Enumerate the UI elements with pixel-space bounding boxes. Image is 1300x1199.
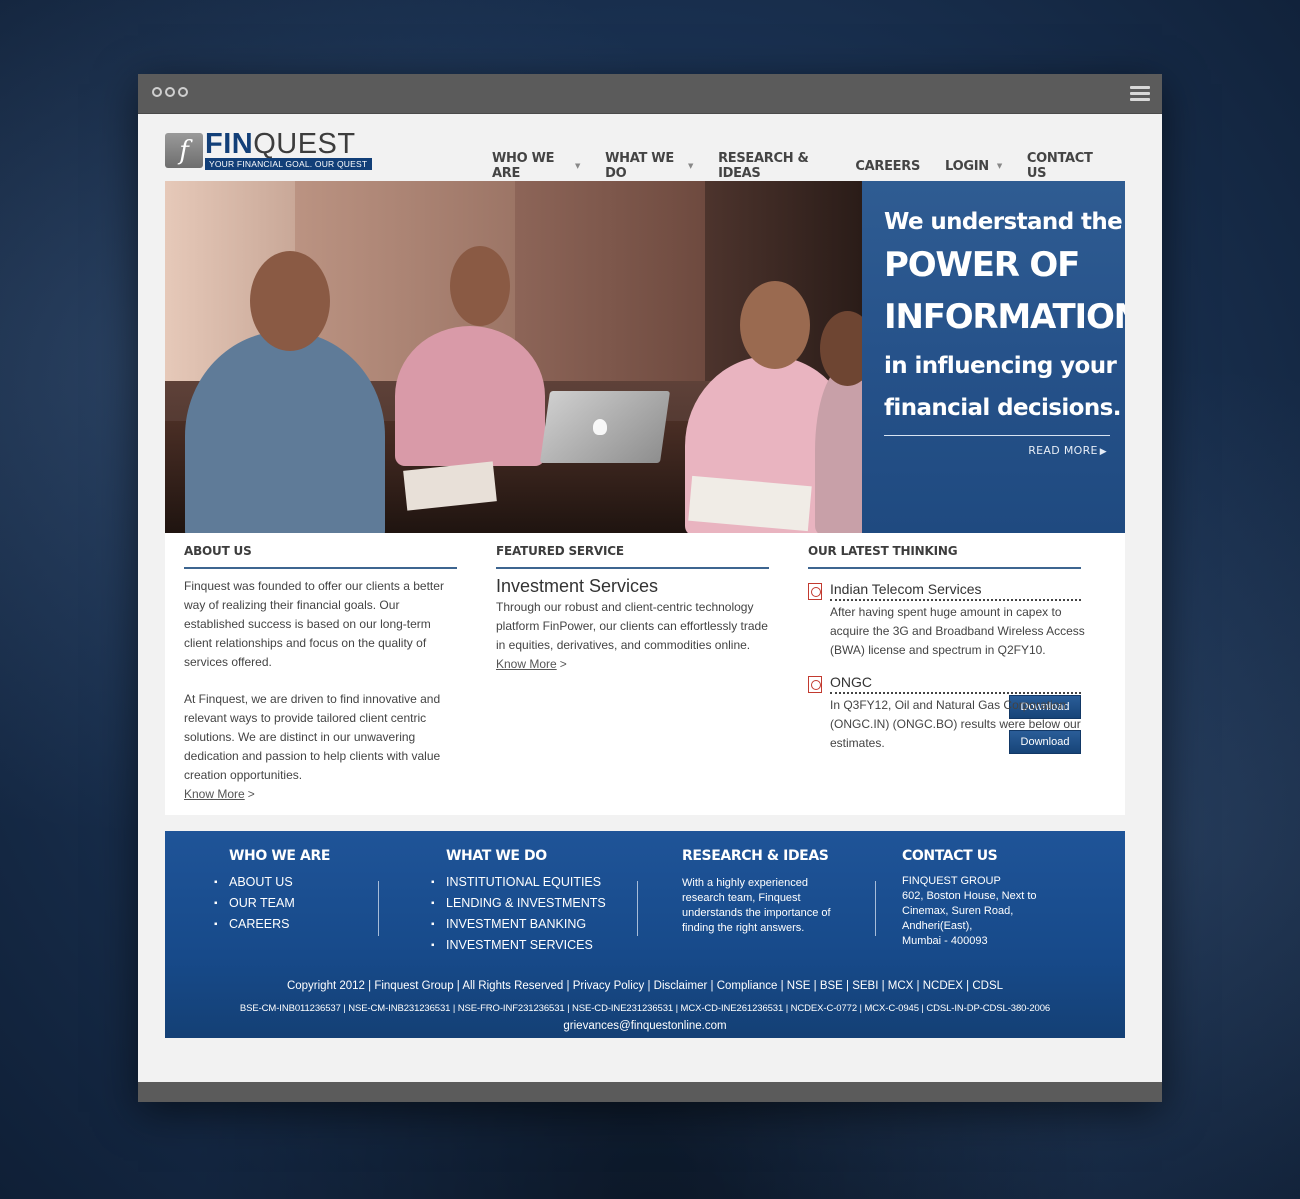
thinking-item: ONGC In Q3FY12, Oil and Natural Gas Corp… (808, 674, 1081, 754)
window-control-dot[interactable] (178, 87, 188, 97)
latest-thinking-column: OUR LATEST THINKING Indian Telecom Servi… (808, 533, 1085, 754)
footer-link[interactable]: CAREERS (214, 914, 330, 935)
featured-service-heading: FEATURED SERVICE (496, 533, 769, 569)
footer-registrations: BSE-CM-INB011236537 | NSE-CM-INB23123653… (239, 1003, 1051, 1014)
footer-divider (875, 881, 876, 936)
window-controls (152, 87, 188, 97)
grievance-email-link[interactable]: grievances@finquestonline.com (165, 1020, 1125, 1032)
footer-divider (378, 881, 379, 936)
pdf-icon (808, 583, 822, 600)
footer-link-list: ABOUT USOUR TEAMCAREERS (214, 872, 330, 935)
logo-tagline: YOUR FINANCIAL GOAL. OUR QUEST (205, 158, 372, 170)
window-bottom-bar (138, 1082, 1162, 1102)
thinking-item-title[interactable]: Indian Telecom Services (830, 581, 1081, 601)
window-control-dot[interactable] (165, 87, 175, 97)
chevron-right-icon: > (559, 657, 567, 671)
main-nav: WHO WE ARE ▼ WHAT WE DO ▼ RESEARCH & IDEAS CA… (492, 151, 1125, 181)
footer-address: FINQUEST GROUP 602, Boston House, Next t… (902, 875, 1037, 947)
footer-contact: CONTACT US FINQUEST GROUP 602, Boston Ho… (902, 848, 1072, 949)
about-us-paragraph-1: Finquest was founded to offer our client… (184, 579, 444, 669)
hero-line-1: We understand the (884, 209, 1123, 235)
chevron-right-icon: > (247, 787, 255, 801)
footer-heading: WHO WE ARE (229, 848, 330, 864)
chevron-down-icon: ▼ (996, 162, 1002, 170)
window-control-dot[interactable] (152, 87, 162, 97)
featured-service-text: Through our robust and client-centric te… (496, 598, 769, 674)
featured-service-column: FEATURED SERVICE Investment Services Thr… (496, 533, 769, 674)
content-section: ABOUT US Finquest was founded to offer o… (165, 533, 1125, 815)
download-button[interactable]: Download (1009, 730, 1081, 754)
about-us-column: ABOUT US Finquest was founded to offer o… (184, 533, 457, 804)
nav-item-login[interactable]: LOGIN ▼ (945, 151, 1002, 181)
hero-line-2: POWER OF (884, 245, 1080, 285)
hero-photo-meeting (165, 181, 875, 533)
footer-divider (637, 881, 638, 936)
hero-message-panel: We understand the POWER OF INFORMATION i… (862, 181, 1125, 533)
latest-thinking-heading: OUR LATEST THINKING (808, 533, 1081, 569)
hero-line-5: financial decisions. (884, 395, 1121, 421)
window-titlebar (138, 74, 1162, 114)
chevron-down-icon: ▼ (687, 162, 694, 170)
hero-line-3: INFORMATION (884, 297, 1125, 337)
thinking-item-description: After having spent huge amount in capex … (830, 605, 1085, 657)
footer-what-we-do: WHAT WE DO INSTITUTIONAL EQUITIESLENDING… (431, 848, 606, 956)
thinking-item-title[interactable]: ONGC (830, 674, 1081, 694)
footer-research-text: With a highly experienced research team,… (682, 877, 831, 934)
menu-icon[interactable] (1130, 86, 1150, 101)
hero-banner: We understand the POWER OF INFORMATION i… (165, 181, 1125, 533)
footer-link[interactable]: OUR TEAM (214, 893, 330, 914)
web-page: f FINQUEST YOUR FINANCIAL GOAL. OUR QUES… (165, 114, 1125, 1038)
about-us-heading: ABOUT US (184, 533, 457, 569)
nav-item-research-ideas[interactable]: RESEARCH & IDEAS (718, 151, 830, 181)
footer-heading: WHAT WE DO (446, 848, 547, 864)
nav-item-who-we-are[interactable]: WHO WE ARE ▼ (492, 151, 580, 181)
about-know-more-link[interactable]: Know More > (184, 787, 255, 801)
featured-know-more-link[interactable]: Know More > (496, 657, 567, 671)
footer-link[interactable]: ABOUT US (214, 872, 330, 893)
logo-wordmark: FINQUEST (205, 128, 356, 160)
featured-service-title: Investment Services (496, 576, 659, 596)
thinking-item: Indian Telecom Services After having spe… (808, 581, 1085, 719)
footer-heading: CONTACT US (902, 848, 998, 864)
site-footer: WHO WE ARE ABOUT USOUR TEAMCAREERS WHAT … (165, 831, 1125, 1038)
nav-item-what-we-do[interactable]: WHAT WE DO ▼ (605, 151, 693, 181)
nav-item-contact-us[interactable]: CONTACT US (1027, 151, 1100, 181)
footer-copyright-links[interactable]: Copyright 2012 | Finquest Group | All Ri… (165, 980, 1125, 992)
pdf-icon (808, 676, 822, 693)
footer-who-we-are: WHO WE ARE ABOUT USOUR TEAMCAREERS (214, 848, 330, 935)
nav-item-careers[interactable]: CAREERS (855, 151, 920, 181)
chevron-down-icon: ▼ (575, 162, 581, 170)
finquest-logo[interactable]: f FINQUEST YOUR FINANCIAL GOAL. OUR QUES… (165, 128, 373, 171)
footer-link[interactable]: LENDING & INVESTMENTS (431, 893, 606, 914)
about-us-paragraph-2: At Finquest, we are driven to find innov… (184, 692, 441, 782)
hero-divider (884, 435, 1110, 436)
site-header: f FINQUEST YOUR FINANCIAL GOAL. OUR QUES… (165, 114, 1125, 181)
read-more-link[interactable]: READ MORE ▶ (1028, 444, 1107, 457)
footer-heading: RESEARCH & IDEAS (682, 848, 829, 864)
play-triangle-icon: ▶ (1099, 447, 1107, 457)
footer-link[interactable]: INVESTMENT BANKING (431, 914, 606, 935)
footer-link-list: INSTITUTIONAL EQUITIESLENDING & INVESTME… (431, 872, 606, 956)
logo-mark-icon: f (165, 133, 203, 168)
hero-line-4: in influencing your (884, 353, 1117, 379)
browser-window: f FINQUEST YOUR FINANCIAL GOAL. OUR QUES… (138, 74, 1162, 1102)
footer-research: RESEARCH & IDEAS With a highly experienc… (682, 848, 842, 936)
footer-link[interactable]: INVESTMENT SERVICES (431, 935, 606, 956)
footer-link[interactable]: INSTITUTIONAL EQUITIES (431, 872, 606, 893)
